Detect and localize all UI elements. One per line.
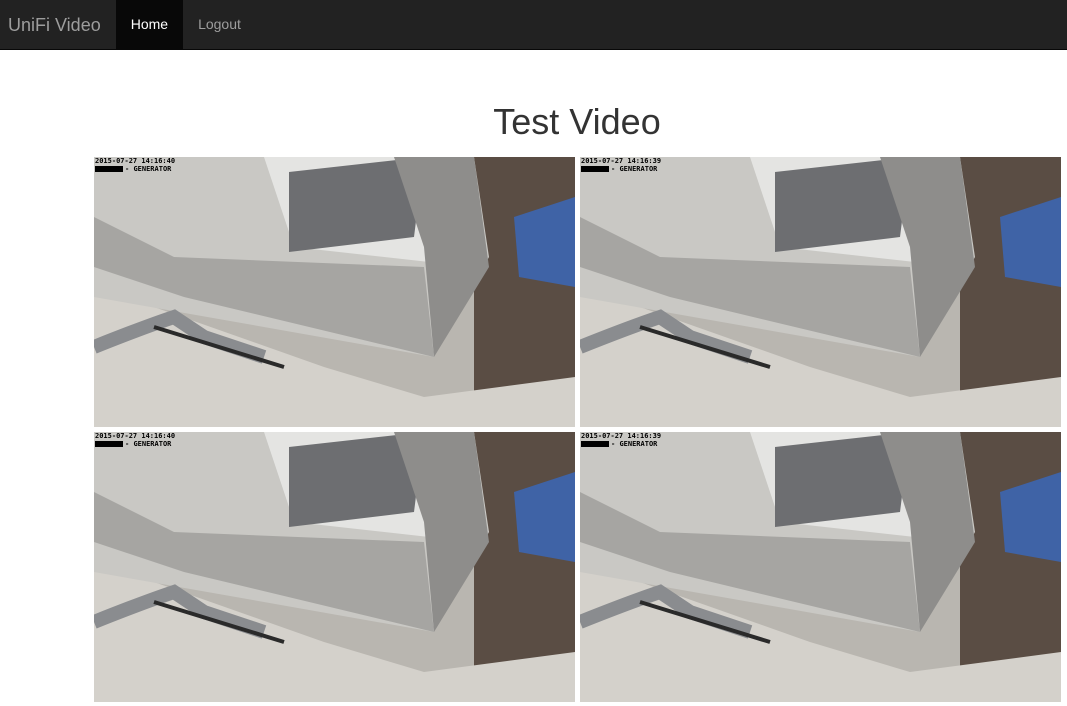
- osd-timestamp: 2015-07-27 14:16:39: [581, 432, 662, 440]
- osd-timestamp: 2015-07-27 14:16:39: [581, 157, 662, 165]
- osd-label: GENERATOR: [133, 440, 172, 448]
- osd-label: GENERATOR: [133, 165, 172, 173]
- osd-timestamp: 2015-07-27 14:16:40: [95, 432, 176, 440]
- brand-link[interactable]: UniFi Video: [0, 0, 116, 49]
- camera-osd: 2015-07-27 14:16:39 - GENERATOR: [581, 157, 662, 173]
- camera-feed-2[interactable]: 2015-07-27 14:16:39 - GENERATOR: [580, 157, 1061, 427]
- camera-feed-3[interactable]: 2015-07-27 14:16:40 - GENERATOR: [94, 432, 575, 702]
- camera-grid: 2015-07-27 14:16:40 - GENERATOR 2015-07-…: [94, 157, 1061, 702]
- osd-label: GENERATOR: [619, 165, 658, 173]
- osd-redaction: [581, 441, 609, 447]
- osd-redaction: [581, 166, 609, 172]
- camera-feed-4[interactable]: 2015-07-27 14:16:39 - GENERATOR: [580, 432, 1061, 702]
- camera-osd: 2015-07-27 14:16:40 - GENERATOR: [95, 157, 176, 173]
- osd-redaction: [95, 441, 123, 447]
- camera-image: [94, 432, 575, 702]
- nav-logout[interactable]: Logout: [183, 0, 256, 49]
- camera-osd: 2015-07-27 14:16:39 - GENERATOR: [581, 432, 662, 448]
- camera-feed-1[interactable]: 2015-07-27 14:16:40 - GENERATOR: [94, 157, 575, 427]
- navbar: UniFi Video Home Logout: [0, 0, 1067, 50]
- camera-image: [94, 157, 575, 427]
- osd-timestamp: 2015-07-27 14:16:40: [95, 157, 176, 165]
- page-title: Test Video: [493, 101, 661, 142]
- camera-image: [580, 157, 1061, 427]
- camera-osd: 2015-07-27 14:16:40 - GENERATOR: [95, 432, 176, 448]
- osd-redaction: [95, 166, 123, 172]
- camera-image: [580, 432, 1061, 702]
- osd-label: GENERATOR: [619, 440, 658, 448]
- nav-home[interactable]: Home: [115, 0, 184, 49]
